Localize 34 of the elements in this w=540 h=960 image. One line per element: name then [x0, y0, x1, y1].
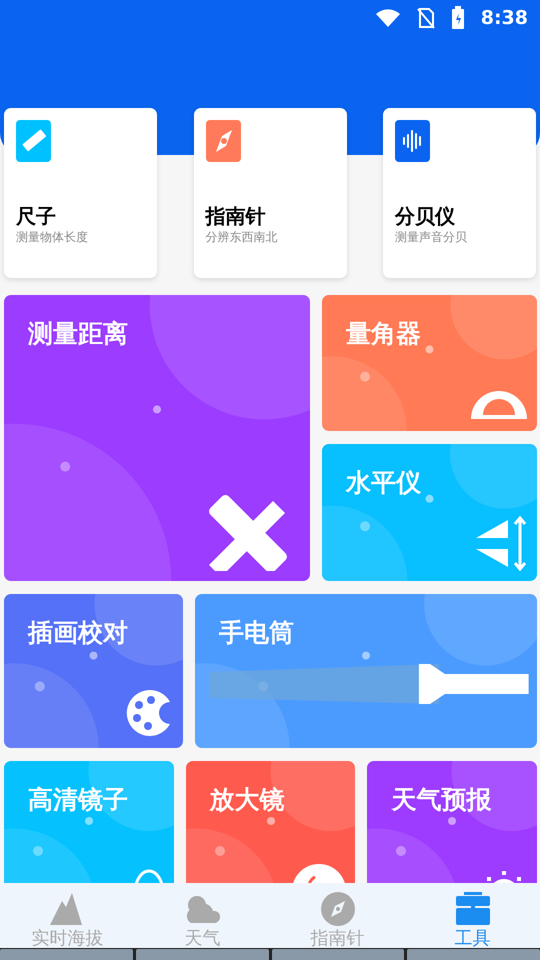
- battery-charging-icon: [450, 6, 465, 30]
- tile-title: 水平仪: [346, 467, 421, 499]
- card-subtitle: 分辨东西南北: [206, 229, 278, 246]
- protractor-icon: [469, 389, 529, 421]
- card-title: 分贝仪: [395, 204, 456, 228]
- tool-tile[interactable]: 手电筒: [195, 594, 537, 748]
- clock-time: 8:38: [480, 6, 528, 31]
- nav-tab[interactable]: 工具: [405, 883, 540, 950]
- tile-title: 天气预报: [391, 784, 492, 816]
- tool-tile[interactable]: 水平仪: [322, 444, 537, 581]
- tool-tile[interactable]: 量角器: [322, 295, 537, 431]
- tile-title: 手电筒: [219, 617, 294, 649]
- tile-title: 插画校对: [28, 617, 128, 649]
- nav-tab[interactable]: 指南针: [270, 883, 405, 950]
- tile-title: 量角器: [346, 318, 421, 350]
- tile-title: 测量距离: [28, 318, 128, 350]
- tool-tile[interactable]: 放大镜: [186, 761, 356, 883]
- card-subtitle: 测量物体长度: [16, 229, 89, 246]
- tile-title: 放大镜: [210, 784, 285, 816]
- tool-card[interactable]: 分贝仪 测量声音分贝: [383, 108, 536, 278]
- card-title: 尺子: [16, 204, 57, 228]
- wifi-icon: [374, 8, 401, 28]
- tool-card[interactable]: 尺子 测量物体长度: [4, 108, 157, 278]
- tool-card[interactable]: 指南针 分辨东西南北: [194, 108, 346, 278]
- tool-tile[interactable]: 测量距离: [4, 295, 310, 581]
- nav-tab[interactable]: 实时海拔: [0, 883, 135, 950]
- tile-title: 高清镜子: [28, 784, 128, 816]
- tool-tile[interactable]: 天气预报: [367, 761, 538, 883]
- card-title: 指南针: [206, 204, 266, 228]
- card-subtitle: 测量声音分贝: [395, 229, 468, 246]
- no-sim-icon: [416, 7, 435, 29]
- level-icon: [474, 516, 529, 571]
- tool-tile[interactable]: 插画校对: [4, 594, 183, 748]
- tool-tile[interactable]: 高清镜子: [4, 761, 174, 883]
